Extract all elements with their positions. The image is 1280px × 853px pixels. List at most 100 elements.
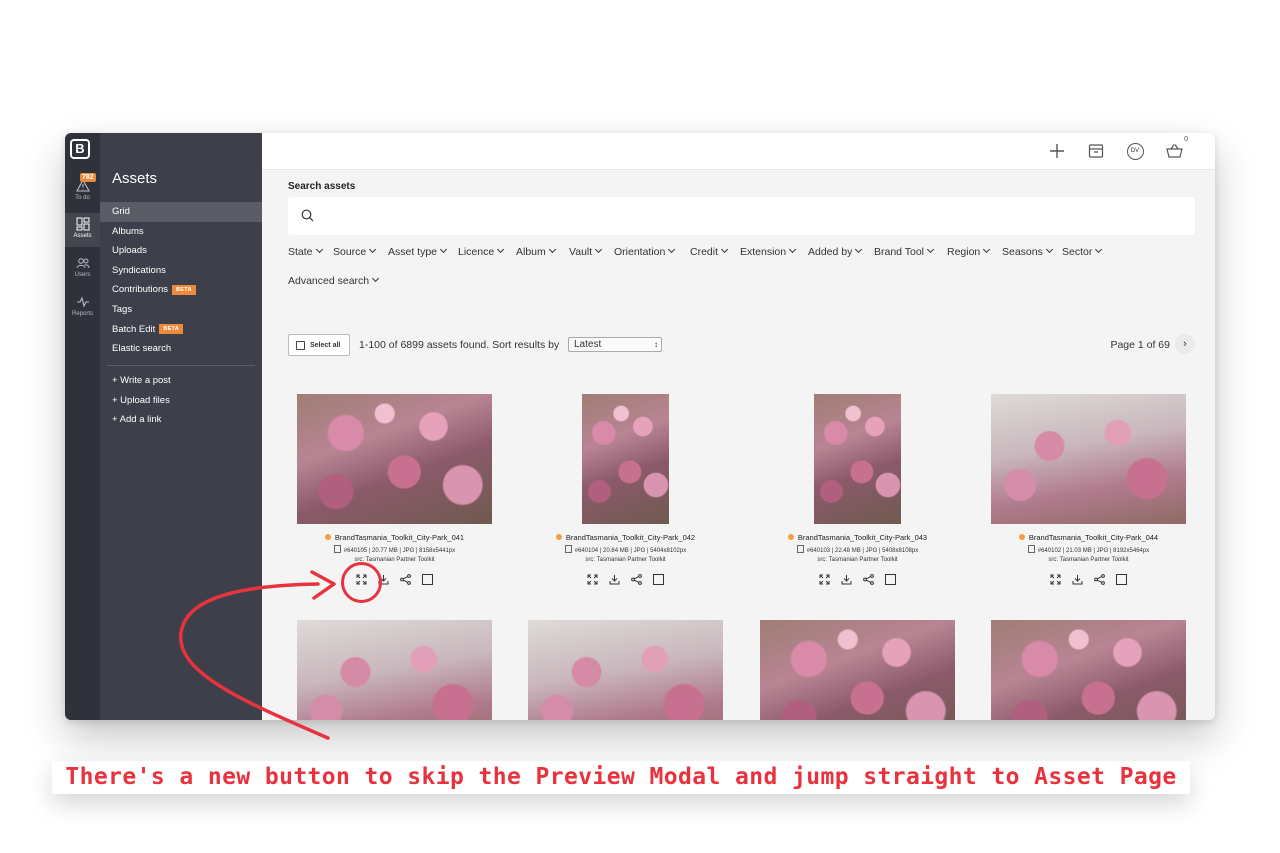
asset-name-text: BrandTasmania_Toolkit_City-Park_042 [565, 533, 696, 542]
select-asset-checkbox[interactable] [884, 572, 898, 586]
asset-meta-text: #640103 | 22.48 MB | JPG | 5408x8108px [806, 548, 919, 554]
filter-seasons[interactable]: Seasons [1002, 246, 1052, 258]
upload-files-link[interactable]: + Upload files [100, 391, 171, 411]
search-input[interactable] [322, 207, 1182, 225]
filter-sector[interactable]: Sector [1062, 246, 1101, 258]
open-asset-page-button[interactable] [818, 572, 832, 586]
rail-item-users[interactable]: Users [65, 252, 100, 286]
asset-name[interactable]: BrandTasmania_Toolkit_City-Park_041 [297, 533, 492, 542]
open-asset-page-button[interactable] [586, 572, 600, 586]
sidebar-item-elastic-search[interactable]: Elastic search [100, 339, 262, 359]
asset-card[interactable]: BrandTasmania_Toolkit_City-Park_043 #640… [760, 394, 955, 586]
main-content: DV 0 Search assets State Source Asset ty… [262, 133, 1215, 720]
asset-name[interactable]: BrandTasmania_Toolkit_City-Park_044 [991, 533, 1186, 542]
asset-thumbnail[interactable] [760, 620, 955, 720]
filter-credit[interactable]: Credit [690, 246, 727, 258]
filter-vault[interactable]: Vault [569, 246, 601, 258]
sidebar-item-syndications[interactable]: Syndications [100, 261, 262, 281]
asset-card[interactable] [297, 620, 492, 720]
filter-added-by[interactable]: Added by [808, 246, 861, 258]
asset-thumbnail[interactable] [991, 620, 1186, 720]
asset-thumbnail[interactable] [582, 394, 669, 524]
cart-count: 0 [1184, 136, 1188, 143]
sidebar-item-uploads[interactable]: Uploads [100, 241, 262, 261]
asset-card[interactable] [991, 620, 1186, 720]
sidebar-divider [107, 365, 255, 366]
asset-name[interactable]: BrandTasmania_Toolkit_City-Park_042 [528, 533, 723, 542]
asset-thumbnail[interactable] [297, 620, 492, 720]
asset-card[interactable]: BrandTasmania_Toolkit_City-Park_042 #640… [528, 394, 723, 586]
download-button[interactable] [840, 572, 854, 586]
share-icon [400, 573, 411, 585]
add-button[interactable] [1047, 141, 1067, 161]
filter-source[interactable]: Source [333, 246, 375, 258]
share-button[interactable] [862, 572, 876, 586]
filter-region[interactable]: Region [947, 246, 989, 258]
basket-icon [1165, 144, 1183, 158]
select-asset-checkbox[interactable] [652, 572, 666, 586]
advanced-search-toggle[interactable]: Advanced search [288, 275, 378, 287]
filter-state[interactable]: State [288, 246, 322, 258]
share-icon [863, 573, 874, 585]
share-button[interactable] [1093, 572, 1107, 586]
avatar: DV [1126, 142, 1144, 160]
write-post-link[interactable]: + Write a post [100, 371, 171, 391]
checkbox-icon [885, 573, 896, 585]
rail-item-reports[interactable]: Reports [65, 291, 100, 325]
sort-select[interactable]: Latest [568, 337, 662, 352]
open-asset-page-button[interactable] [1049, 572, 1063, 586]
asset-actions [297, 572, 492, 586]
brand-logo[interactable]: B [70, 139, 90, 159]
file-icon [333, 545, 341, 553]
asset-card[interactable] [528, 620, 723, 720]
asset-source: src: Tasmanian Partner Toolkit [1048, 557, 1129, 563]
user-avatar-button[interactable]: DV [1125, 141, 1145, 161]
sidebar-item-albums[interactable]: Albums [100, 222, 262, 242]
annotation-caption: There's a new button to skip the Preview… [52, 761, 1190, 794]
sidebar-item-label: Grid [112, 206, 130, 217]
add-link-link[interactable]: + Add a link [100, 410, 171, 430]
share-icon [1094, 573, 1105, 585]
sidebar-item-tags[interactable]: Tags [100, 300, 262, 320]
download-button[interactable] [1071, 572, 1085, 586]
asset-thumbnail[interactable] [297, 394, 492, 524]
rail-item-assets[interactable]: Assets [65, 213, 100, 247]
rail-item-todo[interactable]: 782 To do [65, 173, 100, 209]
asset-thumbnail[interactable] [991, 394, 1186, 524]
asset-card[interactable]: BrandTasmania_Toolkit_City-Park_041 #640… [297, 394, 492, 586]
share-button[interactable] [630, 572, 644, 586]
checkbox-icon [1116, 573, 1127, 585]
sidebar-item-label: Contributions [112, 284, 168, 296]
sidebar-item-contributions[interactable]: Contributions BETA [100, 280, 262, 300]
filter-extension[interactable]: Extension [740, 246, 795, 258]
asset-meta-text: #640102 | 21.03 MB | JPG | 8192x5464px [1037, 548, 1150, 554]
filter-album[interactable]: Album [516, 246, 555, 258]
select-all-label: Select all [310, 341, 341, 349]
asset-meta: #640105 | 20.77 MB | JPG | 8158x5441px [297, 545, 492, 554]
asset-thumbnail[interactable] [528, 620, 723, 720]
filter-brand-tool[interactable]: Brand Tool [874, 246, 933, 258]
next-page-button[interactable]: › [1175, 334, 1195, 354]
page-indicator: Page 1 of 69 [1110, 339, 1170, 351]
asset-thumbnail[interactable] [814, 394, 901, 524]
asset-card[interactable] [760, 620, 955, 720]
asset-card[interactable]: BrandTasmania_Toolkit_City-Park_044 #640… [991, 394, 1186, 586]
select-asset-checkbox[interactable] [421, 572, 435, 586]
share-icon [631, 573, 642, 585]
filter-licence[interactable]: Licence [458, 246, 503, 258]
download-button[interactable] [608, 572, 622, 586]
archive-button[interactable] [1086, 141, 1106, 161]
checkbox-icon [422, 573, 433, 585]
select-all-button[interactable]: Select all [288, 334, 350, 356]
sidebar-title: Assets [112, 170, 158, 187]
cart-button[interactable]: 0 [1164, 136, 1188, 161]
filter-orientation[interactable]: Orientation [614, 246, 674, 258]
search-box[interactable] [288, 197, 1195, 235]
select-asset-checkbox[interactable] [1115, 572, 1129, 586]
sidebar-item-batch-edit[interactable]: Batch Edit BETA [100, 320, 262, 340]
filter-asset-type[interactable]: Asset type [388, 246, 446, 258]
sidebar-item-grid[interactable]: Grid [100, 202, 262, 222]
share-button[interactable] [399, 572, 413, 586]
rail-label-reports: Reports [71, 311, 93, 317]
asset-name[interactable]: BrandTasmania_Toolkit_City-Park_043 [760, 533, 955, 542]
